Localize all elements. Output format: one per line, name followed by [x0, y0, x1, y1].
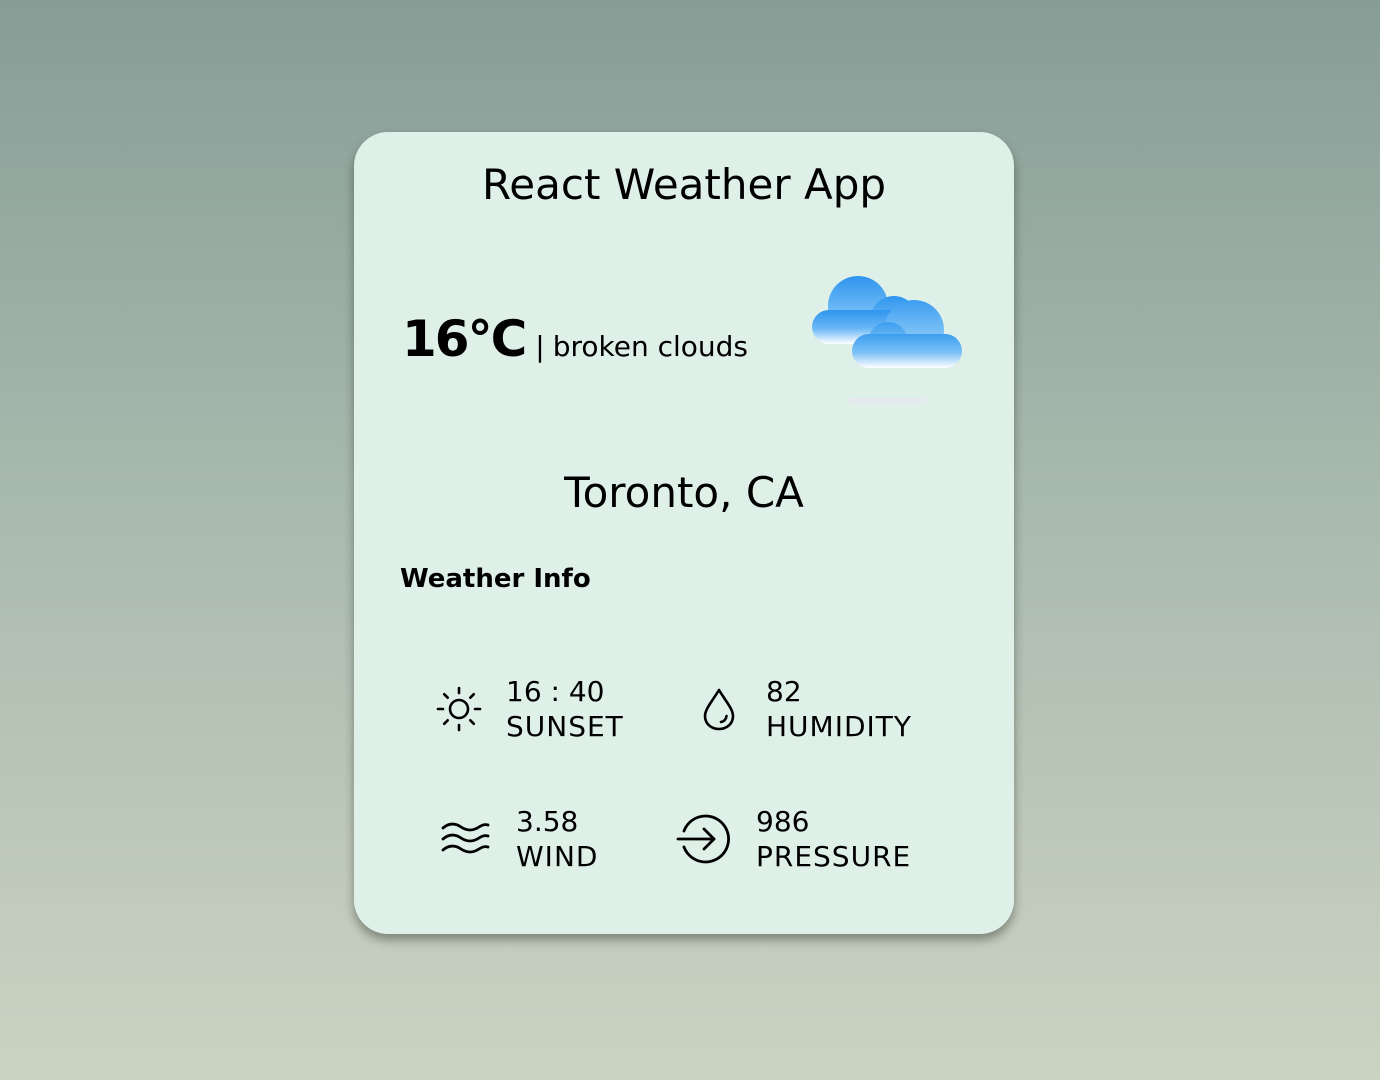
broken-clouds-icon — [812, 276, 962, 403]
wind-value: 3.58 — [516, 805, 579, 838]
temperature-value: 16°C — [402, 310, 527, 368]
info-item-humidity: 82 HUMIDITY — [694, 674, 912, 744]
pressure-icon — [676, 814, 730, 864]
sunset-label: SUNSET — [506, 710, 624, 743]
app-title: React Weather App — [481, 160, 887, 209]
temperature-separator: | — [535, 330, 545, 363]
pressure-value: 986 — [756, 805, 810, 838]
droplet-icon — [703, 688, 735, 731]
info-item-sunset: 16 : 40 SUNSET — [434, 674, 624, 744]
info-item-wind: 3.58 WIND — [440, 804, 598, 874]
sunset-value: 16 : 40 — [506, 675, 605, 708]
humidity-value: 82 — [766, 675, 802, 708]
wind-label: WIND — [516, 840, 599, 873]
city-name: Toronto, CA — [564, 468, 804, 517]
humidity-label: HUMIDITY — [766, 710, 912, 743]
wind-icon — [441, 822, 490, 854]
weather-info-label: Weather Info — [400, 564, 591, 594]
info-item-pressure: 986 PRESSURE — [676, 804, 911, 874]
pressure-label: PRESSURE — [756, 840, 912, 873]
weather-description: broken clouds — [552, 330, 749, 363]
weather-card: React Weather App 16°C | broken clouds T… — [354, 132, 1014, 934]
current-weather: 16°C | broken clouds — [402, 310, 748, 368]
sun-icon — [436, 686, 482, 732]
